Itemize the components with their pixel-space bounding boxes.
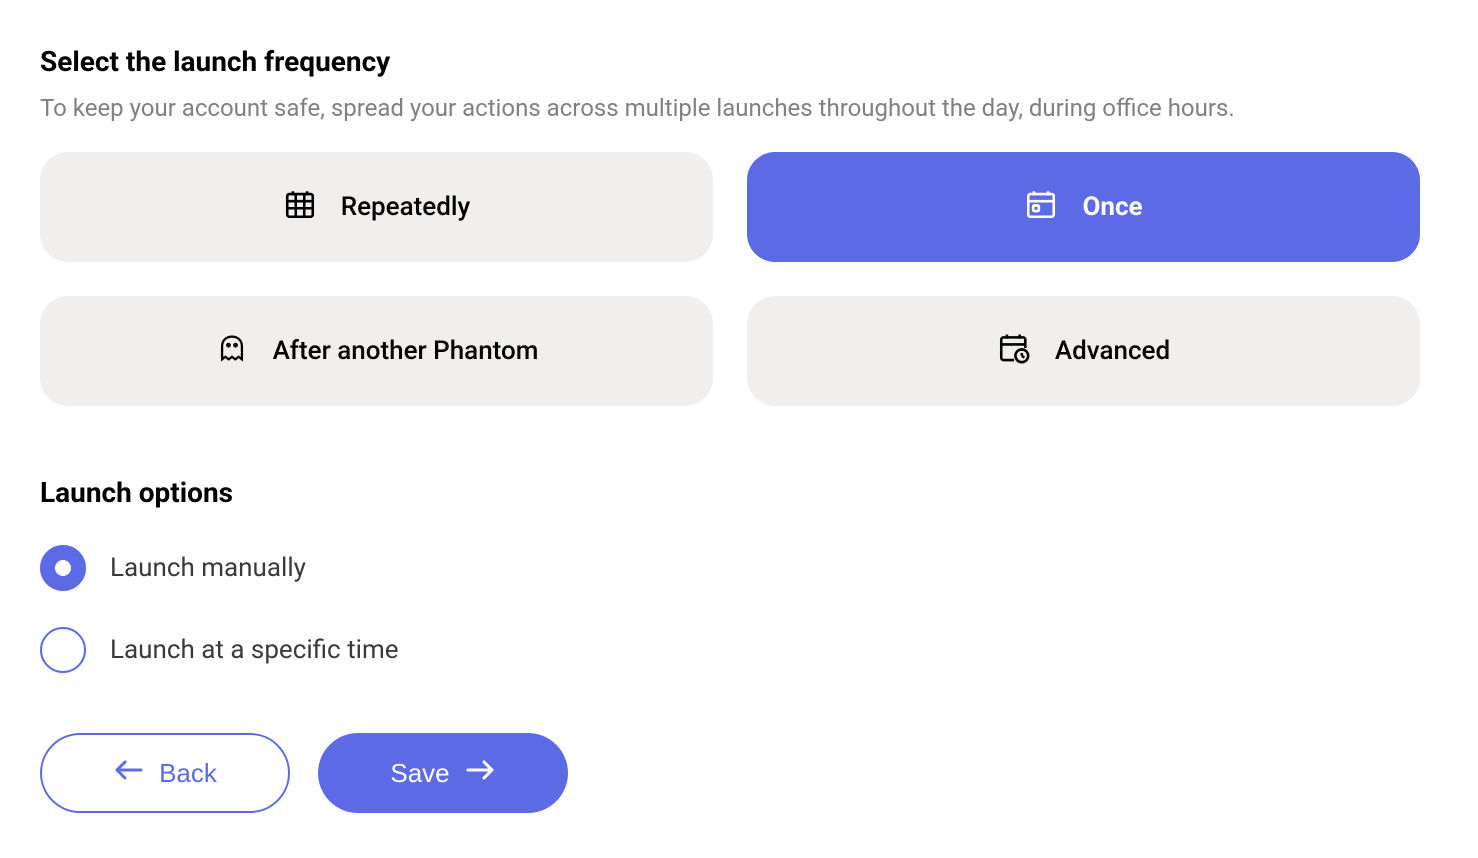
- frequency-option-label: Repeatedly: [341, 192, 470, 222]
- radio-label: Launch manually: [110, 553, 306, 583]
- frequency-option-label: Advanced: [1055, 336, 1170, 366]
- frequency-option-label: Once: [1082, 192, 1142, 222]
- frequency-option-advanced[interactable]: Advanced: [747, 296, 1420, 406]
- frequency-option-once[interactable]: Once: [747, 152, 1420, 262]
- ghost-icon: [215, 331, 249, 372]
- page-subheading: To keep your account safe, spread your a…: [40, 94, 1438, 122]
- launch-option-manually[interactable]: Launch manually: [40, 545, 1438, 591]
- frequency-option-repeatedly[interactable]: Repeatedly: [40, 152, 713, 262]
- page-heading: Select the launch frequency: [40, 45, 1438, 78]
- button-label: Back: [159, 758, 217, 789]
- radio-indicator: [40, 627, 86, 673]
- button-label: Save: [390, 758, 449, 789]
- frequency-option-after-phantom[interactable]: After another Phantom: [40, 296, 713, 406]
- frequency-options-grid: Repeatedly Once After another Phantom: [40, 152, 1420, 406]
- launch-option-specific-time[interactable]: Launch at a specific time: [40, 627, 1438, 673]
- calendar-clock-icon: [997, 331, 1031, 372]
- calendar-grid-icon: [283, 187, 317, 228]
- calendar-day-icon: [1024, 187, 1058, 228]
- arrow-left-icon: [113, 758, 145, 789]
- frequency-option-label: After another Phantom: [273, 336, 539, 366]
- arrow-right-icon: [464, 758, 496, 789]
- save-button[interactable]: Save: [318, 733, 568, 813]
- radio-label: Launch at a specific time: [110, 635, 399, 665]
- back-button[interactable]: Back: [40, 733, 290, 813]
- radio-indicator: [40, 545, 86, 591]
- launch-options-title: Launch options: [40, 476, 1438, 509]
- action-buttons: Back Save: [40, 733, 1438, 813]
